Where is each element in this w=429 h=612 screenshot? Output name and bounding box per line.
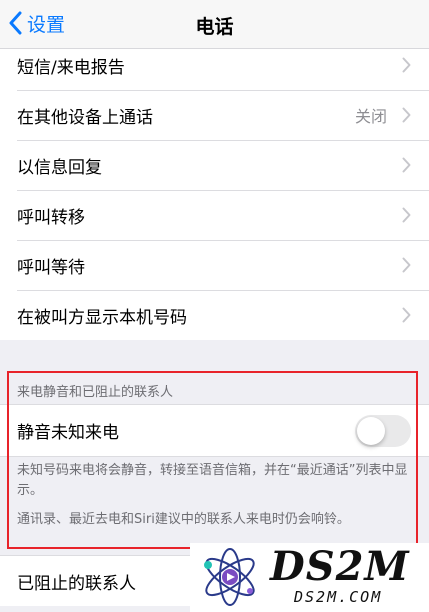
highlight-box: [7, 371, 418, 549]
phone-settings-group: 短信/来电报告 在其他设备上通话 关闭 以信息回复 呼叫转移 呼叫等待 在被叫方…: [0, 49, 429, 340]
row-call-waiting[interactable]: 呼叫等待: [0, 240, 429, 290]
watermark: DS2M DS2M.COM: [190, 543, 429, 612]
row-label: 呼叫等待: [17, 257, 85, 278]
row-label: 已阻止的联系人: [17, 573, 136, 594]
row-label: 在其他设备上通话: [17, 107, 153, 128]
row-label: 短信/来电报告: [17, 57, 125, 78]
chevron-right-icon: [402, 307, 411, 323]
row-sms-call-reporting[interactable]: 短信/来电报告: [0, 40, 429, 90]
row-respond-with-text[interactable]: 以信息回复: [0, 140, 429, 190]
chevron-right-icon: [402, 257, 411, 273]
chevron-right-icon: [402, 207, 411, 223]
row-call-forwarding[interactable]: 呼叫转移: [0, 190, 429, 240]
watermark-site: DS2M.COM: [294, 588, 383, 606]
watermark-brand: DS2M: [270, 543, 410, 590]
row-label: 在被叫方显示本机号码: [17, 307, 187, 328]
atom-logo-icon: [204, 548, 255, 606]
row-label: 以信息回复: [17, 157, 102, 178]
chevron-right-icon: [402, 157, 411, 173]
row-show-my-caller-id[interactable]: 在被叫方显示本机号码: [0, 290, 429, 340]
chevron-right-icon: [402, 107, 411, 123]
row-label: 呼叫转移: [17, 207, 85, 228]
row-value: 关闭: [354, 107, 387, 126]
chevron-right-icon: [402, 57, 411, 73]
page-title: 电话: [195, 16, 234, 38]
row-calls-on-other-devices[interactable]: 在其他设备上通话 关闭: [0, 90, 429, 140]
